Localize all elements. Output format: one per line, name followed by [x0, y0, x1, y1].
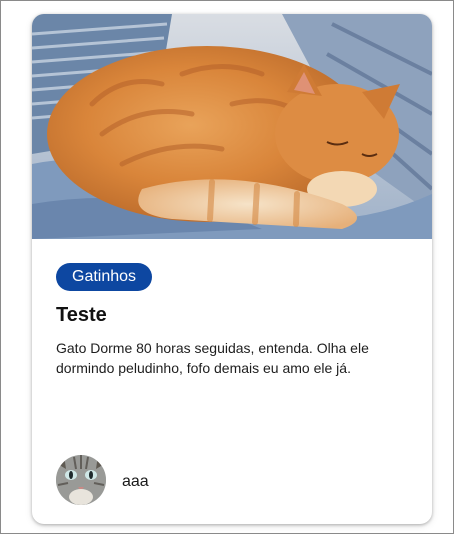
- post-card[interactable]: Gatinhos Teste Gato Dorme 80 horas segui…: [32, 14, 432, 524]
- cat-photo: [32, 14, 432, 239]
- author-avatar[interactable]: [56, 455, 106, 505]
- card-description: Gato Dorme 80 horas seguidas, entenda. O…: [56, 340, 369, 376]
- author-name[interactable]: aaa: [122, 472, 149, 492]
- category-chip[interactable]: Gatinhos: [56, 263, 153, 291]
- page-frame: Gatinhos Teste Gato Dorme 80 horas segui…: [0, 0, 454, 534]
- card-title: Teste: [56, 304, 107, 326]
